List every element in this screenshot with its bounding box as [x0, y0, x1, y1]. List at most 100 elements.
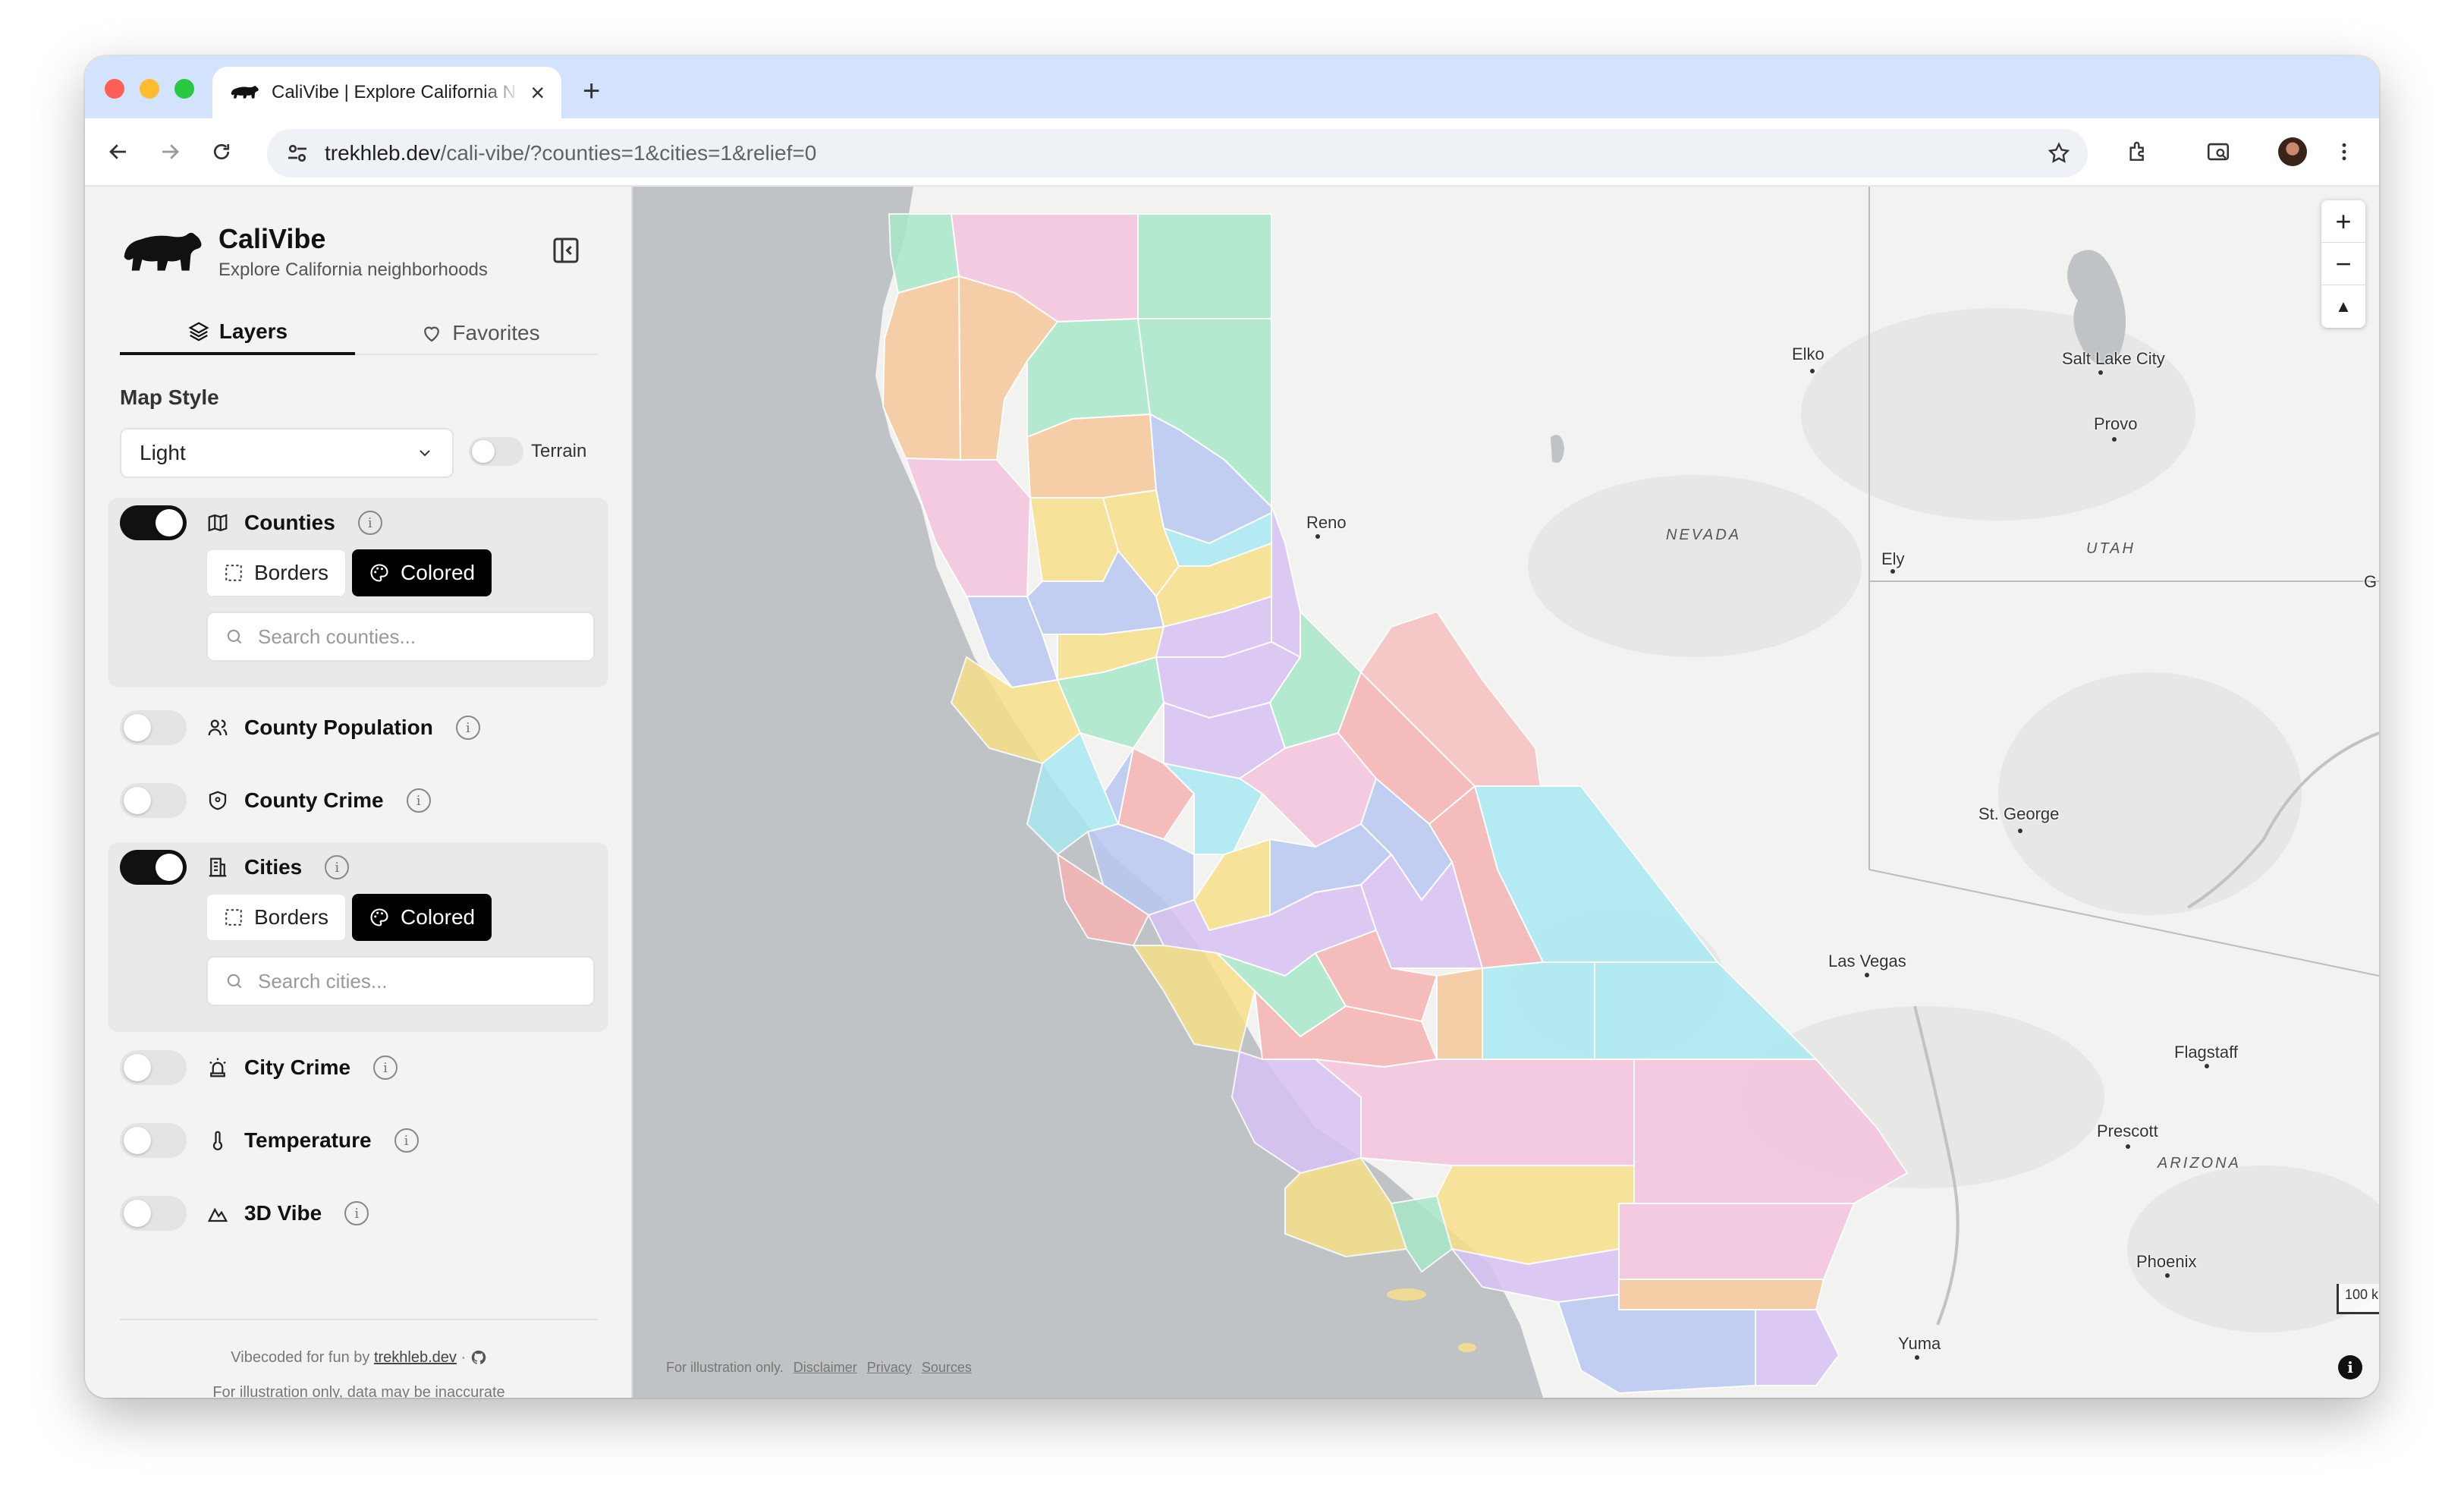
info-icon[interactable]: i — [406, 788, 431, 813]
footer-link[interactable]: trekhleb.dev — [374, 1349, 457, 1366]
info-icon[interactable]: i — [394, 1128, 419, 1153]
collapse-sidebar-icon[interactable] — [551, 235, 581, 266]
label-salt-lake-city: Salt Lake City — [2062, 349, 2165, 368]
label-provo: Provo — [2094, 414, 2138, 433]
terrain-toggle[interactable] — [469, 437, 523, 466]
counties-search-input[interactable]: Search counties... — [206, 612, 595, 662]
tab-search-icon[interactable] — [2203, 137, 2233, 167]
minimize-window-button[interactable] — [140, 79, 159, 99]
bookmark-star-icon[interactable] — [2047, 141, 2071, 165]
county-population-label: County Population — [244, 716, 433, 739]
maximize-window-button[interactable] — [174, 79, 194, 99]
info-icon[interactable]: i — [373, 1055, 398, 1080]
3d-vibe-toggle[interactable] — [120, 1196, 187, 1231]
city-crime-label: City Crime — [244, 1055, 351, 1079]
map-style-select[interactable]: Light — [120, 428, 454, 478]
tab-layers[interactable]: Layers — [120, 311, 355, 355]
label-utah: UTAH — [2086, 540, 2136, 557]
privacy-link[interactable]: Privacy — [867, 1360, 912, 1375]
map-canvas[interactable]: Elko Salt Lake City Provo Reno NEVADA El… — [633, 187, 2379, 1398]
extensions-icon[interactable] — [2123, 137, 2153, 167]
search-icon — [227, 629, 242, 644]
mountain-icon — [205, 1200, 231, 1226]
url-host: trekhleb.dev — [325, 141, 441, 165]
counties-borders-button[interactable]: Borders — [206, 549, 347, 596]
city-dot — [1890, 569, 1895, 574]
cities-search-input[interactable]: Search cities... — [206, 956, 595, 1006]
chevron-down-icon — [420, 450, 430, 457]
dashed-square-icon — [225, 565, 242, 581]
cities-borders-label: Borders — [254, 905, 329, 929]
layer-county-population: County Population i — [120, 709, 480, 747]
footer-prefix: Vibecoded for fun by — [231, 1349, 370, 1366]
info-icon[interactable]: i — [325, 855, 350, 879]
county-population-toggle[interactable] — [120, 710, 187, 745]
compass-button[interactable]: ▲ — [2321, 285, 2365, 328]
city-dot — [1810, 369, 1815, 373]
label-yuma: Yuma — [1898, 1334, 1941, 1353]
more-menu-icon[interactable] — [2329, 137, 2359, 167]
layer-temperature: Temperature i — [120, 1121, 419, 1159]
sources-link[interactable]: Sources — [922, 1360, 972, 1375]
thermometer-icon — [205, 1128, 231, 1153]
avatar[interactable] — [2277, 137, 2308, 167]
zoom-in-button[interactable]: + — [2321, 200, 2365, 243]
layer-county-crime: County Crime i — [120, 782, 431, 819]
label-phoenix: Phoenix — [2136, 1252, 2197, 1271]
terrain-label: Terrain — [531, 441, 587, 461]
city-crime-toggle[interactable] — [120, 1050, 187, 1085]
map-attribution: For illustration only. Disclaimer Privac… — [666, 1360, 972, 1376]
cities-colored-button[interactable]: Colored — [352, 894, 492, 941]
forward-icon[interactable] — [155, 137, 185, 167]
city-dot — [2112, 437, 2117, 442]
address-bar[interactable]: trekhleb.dev/cali-vibe/?counties=1&citie… — [267, 129, 2088, 178]
disclaimer-link[interactable]: Disclaimer — [794, 1360, 857, 1375]
github-icon[interactable] — [470, 1349, 487, 1366]
layers-icon — [188, 322, 209, 341]
counties-style-segment: Borders Colored — [206, 549, 492, 596]
users-icon — [205, 715, 231, 741]
new-tab-button[interactable]: + — [583, 76, 600, 106]
counties-colored-button[interactable]: Colored — [352, 549, 492, 596]
map-style-value: Light — [140, 441, 186, 464]
map-style-label: Map Style — [120, 385, 219, 409]
url-path: /cali-vibe/?counties=1&cities=1&relief=0 — [440, 141, 817, 165]
site-settings-icon[interactable] — [284, 140, 311, 167]
counties-label: Counties — [244, 511, 335, 534]
layer-counties: Counties i — [120, 504, 382, 542]
map-info-button[interactable]: i — [2338, 1355, 2362, 1379]
county-crime-label: County Crime — [244, 788, 384, 812]
dashed-square-icon — [225, 909, 242, 926]
city-dot — [1865, 973, 1869, 977]
city-dot — [1315, 534, 1320, 539]
county-crime-toggle[interactable] — [120, 783, 187, 818]
city-dot — [2126, 1144, 2130, 1149]
label-elko: Elko — [1792, 344, 1824, 363]
cities-borders-button[interactable]: Borders — [206, 894, 347, 941]
sidebar-tabs: Layers Favorites — [120, 311, 598, 355]
city-dot — [1915, 1355, 1919, 1360]
cities-colored-label: Colored — [401, 905, 476, 929]
info-icon[interactable]: i — [455, 716, 480, 740]
url-text[interactable]: trekhleb.dev/cali-vibe/?counties=1&citie… — [325, 141, 2047, 165]
temperature-toggle[interactable] — [120, 1123, 187, 1158]
city-dot — [2165, 1273, 2170, 1278]
info-icon[interactable]: i — [357, 511, 382, 535]
close-window-button[interactable] — [105, 79, 124, 99]
browser-window: CaliVibe | Explore California N × + trek… — [85, 56, 2379, 1398]
siren-icon — [205, 1055, 231, 1081]
layer-cities: Cities i — [120, 848, 350, 886]
tab-favorites[interactable]: Favorites — [363, 311, 598, 355]
info-icon[interactable]: i — [344, 1201, 369, 1225]
cities-toggle[interactable] — [120, 850, 187, 885]
counties-toggle[interactable] — [120, 505, 187, 540]
app-tagline: Explore California neighborhoods — [218, 260, 488, 280]
label-st-george: St. George — [1978, 804, 2060, 823]
back-icon[interactable] — [103, 137, 134, 167]
temperature-label: Temperature — [244, 1128, 372, 1152]
zoom-out-button[interactable]: − — [2321, 243, 2365, 285]
browser-tab[interactable]: CaliVibe | Explore California N × — [212, 67, 561, 118]
tab-close-icon[interactable]: × — [530, 80, 545, 105]
reload-icon[interactable] — [206, 137, 237, 167]
footer-separator: · — [460, 1349, 467, 1366]
